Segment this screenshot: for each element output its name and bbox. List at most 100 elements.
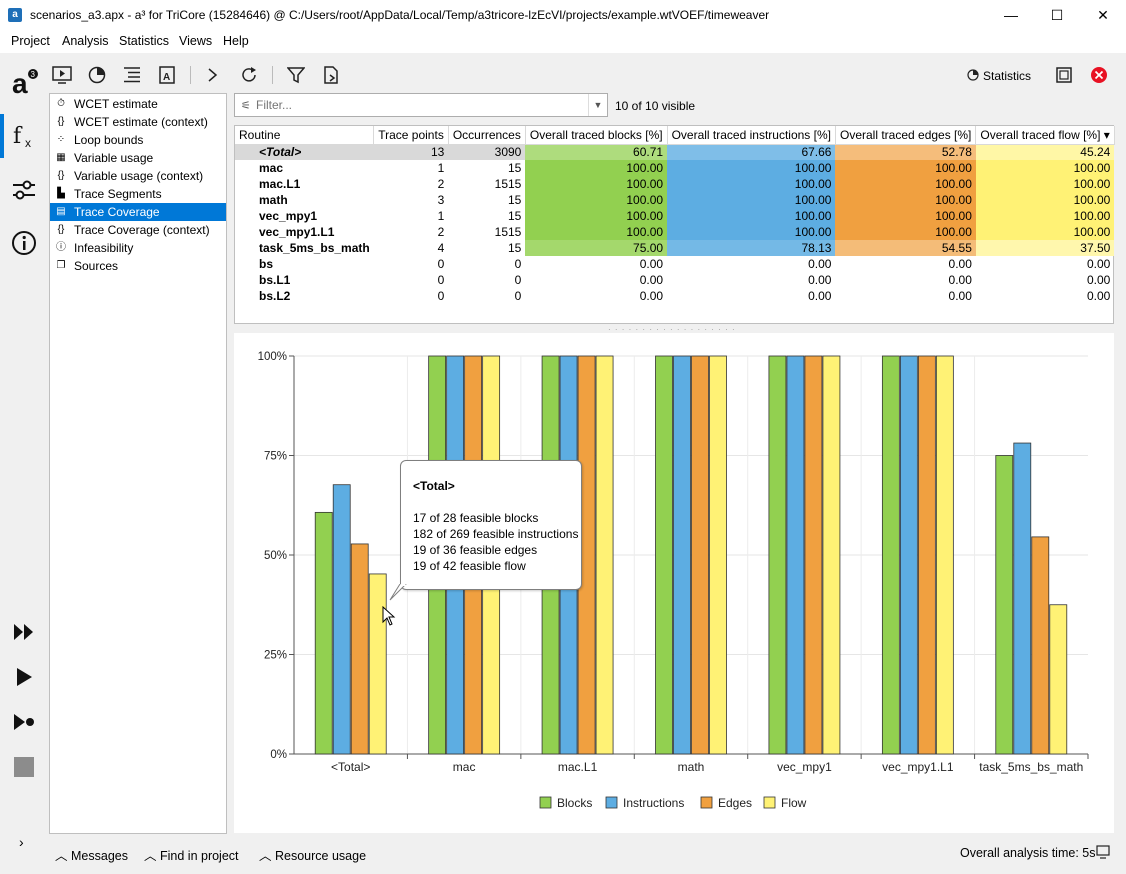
info-icon[interactable] (8, 227, 40, 259)
close-view-icon[interactable] (1088, 64, 1110, 86)
filter-input[interactable] (256, 97, 586, 113)
table-row[interactable]: bs.L1 0 0 0.00 0.00 0.00 0.00 (235, 272, 1114, 288)
table-row[interactable]: vec_mpy1 1 15 100.00 100.00 100.00 100.00 (235, 208, 1115, 224)
a3-logo-icon[interactable]: a3 (8, 66, 40, 98)
cell-occurrences: 0 (514, 289, 522, 303)
bar-chart-icon: ▙ (57, 188, 65, 199)
nav-item[interactable]: ⏱ WCET estimate (50, 95, 226, 113)
nav-item[interactable]: ⓘ Infeasibility (50, 239, 226, 257)
cell-flow: 100.00 (975, 176, 1115, 192)
braces-icon: {} (57, 224, 65, 235)
table-row[interactable]: bs 0 0 0.00 0.00 0.00 0.00 (235, 256, 1114, 272)
nav-item[interactable]: ▙ Trace Segments (50, 185, 226, 203)
nav-item[interactable]: ⁘ Loop bounds (50, 131, 226, 149)
cell-blocks: 75.00 (525, 240, 668, 256)
next-chevron-icon[interactable] (202, 64, 224, 86)
expand-chevron-icon[interactable]: › (19, 834, 24, 850)
legend-swatch (700, 796, 713, 809)
table-row[interactable]: mac.L1 2 1515 100.00 100.00 100.00 100.00 (235, 176, 1115, 192)
table-row[interactable]: vec_mpy1.L1 2 1515 100.00 100.00 100.00 100.00 (235, 224, 1115, 240)
legend-label: Flow (781, 796, 807, 810)
bar-instructions (332, 484, 351, 755)
svg-text:a: a (12, 68, 28, 97)
table-row[interactable]: mac 1 15 100.00 100.00 100.00 100.00 (235, 160, 1115, 176)
table-row[interactable]: task_5ms_bs_math 4 15 75.00 78.13 54.55 37.50 (235, 240, 1115, 256)
bar-blocks (995, 455, 1014, 755)
minimize-button[interactable]: — (988, 0, 1034, 31)
column-header[interactable]: Occurrences (448, 126, 526, 145)
nav-item[interactable]: ❐ Sources (50, 257, 226, 275)
bar-blocks (881, 355, 900, 755)
table-row[interactable]: math 3 15 100.00 100.00 100.00 100.00 (235, 192, 1115, 208)
fast-forward-icon[interactable] (8, 616, 40, 648)
nav-item[interactable]: {} WCET estimate (context) (50, 113, 226, 131)
menu-project[interactable]: Project (11, 34, 50, 48)
nav-item[interactable]: {} Variable usage (context) (50, 167, 226, 185)
bar-edges (691, 355, 709, 755)
svg-text:A: A (163, 72, 170, 83)
resource-label: Resource usage (275, 849, 367, 863)
x-tick-label: vec_mpy1 (777, 760, 832, 774)
chevron-up-icon: ︿ (144, 849, 157, 863)
cell-blocks: 100.00 (525, 208, 668, 224)
cell-routine: <Total> (235, 144, 374, 160)
refresh-icon[interactable] (238, 64, 260, 86)
cell-flow: 0.00 (1086, 289, 1111, 303)
cell-edges: 54.55 (835, 240, 976, 256)
run-analysis-icon[interactable] (51, 64, 73, 86)
text-document-icon[interactable]: A (156, 64, 178, 86)
column-header[interactable]: Overall traced blocks [%] (525, 126, 668, 145)
table-row[interactable]: <Total> 13 3090 60.71 67.66 52.78 45.24 (235, 144, 1115, 160)
column-header[interactable]: Trace points (373, 126, 449, 145)
bar-blocks (768, 355, 787, 755)
column-header[interactable]: Routine (235, 126, 375, 145)
column-header-label: Routine (239, 127, 281, 142)
menu-help[interactable]: Help (223, 34, 249, 48)
menu-views[interactable]: Views (179, 34, 212, 48)
cell-blocks: 60.71 (525, 144, 668, 160)
pie-chart-icon[interactable] (86, 64, 108, 86)
filter-dropdown-icon[interactable]: ▼ (588, 94, 607, 116)
maximize-view-icon[interactable] (1053, 64, 1075, 86)
statistics-pie-icon[interactable] (967, 69, 979, 84)
nav-item[interactable]: ▦ Variable usage (50, 149, 226, 167)
cell-instructions: 100.00 (667, 176, 836, 192)
terminal-icon[interactable] (1096, 845, 1110, 859)
y-tick-label: 100% (258, 351, 287, 363)
step-icon[interactable] (8, 706, 40, 738)
filter-funnel-icon[interactable] (285, 64, 307, 86)
column-header[interactable]: Overall traced instructions [%] (667, 126, 836, 145)
cell-instructions: 100.00 (667, 160, 836, 176)
toolbar-separator (190, 66, 191, 84)
nav-item[interactable]: ▤ Trace Coverage (50, 203, 226, 221)
table-row[interactable]: bs.L2 0 0 0.00 0.00 0.00 0.00 (235, 288, 1114, 304)
cell-occurrences: 15 (508, 241, 522, 255)
column-header[interactable]: Overall traced flow [%] ▾ (975, 126, 1115, 145)
cell-routine: mac.L1 (259, 177, 301, 191)
window-title: scenarios_a3.apx - a³ for TriCore (15284… (30, 8, 770, 22)
column-header[interactable]: Overall traced edges [%] (835, 126, 977, 145)
resource-usage-button[interactable]: ︿ Resource usage (259, 845, 366, 864)
menu-analysis[interactable]: Analysis (62, 34, 109, 48)
bar-edges (1031, 536, 1050, 755)
cell-edges: 0.00 (948, 289, 972, 303)
nav-item[interactable]: {} Trace Coverage (context) (50, 221, 226, 239)
export-document-icon[interactable] (320, 64, 342, 86)
maximize-button[interactable]: ☐ (1034, 0, 1080, 31)
tooltip-line: 17 of 28 feasible blocks (413, 511, 539, 525)
cell-trace-points: 2 (437, 225, 445, 239)
messages-button[interactable]: ︿ Messages (55, 845, 128, 864)
settings-sliders-icon[interactable] (8, 174, 40, 206)
nav-item-label: Variable usage (74, 151, 154, 165)
find-in-project-button[interactable]: ︿ Find in project (144, 845, 239, 864)
cell-flow: 100.00 (975, 224, 1115, 240)
statistics-label[interactable]: Statistics (983, 69, 1031, 83)
function-icon[interactable]: fx (8, 120, 40, 152)
menu-statistics[interactable]: Statistics (119, 34, 169, 48)
stop-icon[interactable] (8, 751, 40, 783)
close-button[interactable]: ✕ (1080, 0, 1126, 31)
cell-flow: 0.00 (1086, 273, 1111, 287)
list-indent-icon[interactable] (121, 64, 143, 86)
cell-instructions: 100.00 (667, 224, 836, 240)
play-icon[interactable] (8, 661, 40, 693)
